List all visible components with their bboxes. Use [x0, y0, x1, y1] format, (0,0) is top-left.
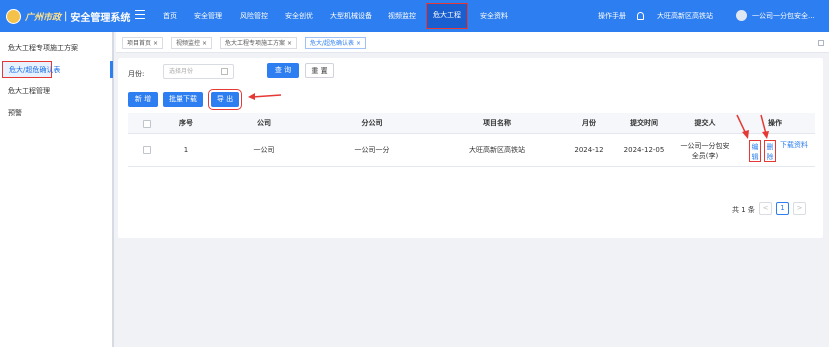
month-filter-label: 月份: [128, 70, 145, 78]
column-header-company: 公司 [257, 119, 271, 127]
nav-video-monitoring[interactable]: 视频监控 [388, 0, 416, 32]
annotation-arrows-icon [736, 114, 769, 139]
export-button[interactable]: 导 出 [208, 89, 242, 110]
sidebar-active-indicator [110, 61, 113, 78]
notification-bell-icon[interactable] [637, 12, 644, 20]
batch-download-button[interactable]: 批量下载 [163, 92, 203, 107]
table-row: 1 一公司 一公司一分 大旺高新区高铁站 2024-12 2024-12-05 … [128, 134, 815, 167]
column-header-month: 月份 [582, 119, 596, 127]
tab-label: 危大工程专项施工方案 [225, 40, 286, 47]
top-navbar: 广州市政 | 安全管理系统 首页 安全管理 风险管控 安全创优 大型机械设备 视… [0, 0, 829, 32]
tabs-scroll-icon[interactable] [818, 40, 824, 46]
column-header-index: 序号 [179, 119, 193, 127]
tab-close-icon[interactable]: × [153, 40, 158, 47]
tab-close-icon[interactable]: × [356, 40, 361, 47]
sidebar: 危大工程专项施工方案 危大/超危确认表 危大工程管理 预警 [0, 32, 114, 347]
sidebar-item-confirmation-table[interactable]: 危大/超危确认表 [2, 61, 60, 78]
app-logo[interactable]: 广州市政 | 安全管理系统 [6, 8, 130, 24]
tab-project-home[interactable]: 项目首页 × [122, 37, 163, 49]
column-header-project: 项目名称 [483, 119, 511, 127]
cell-month: 2024-12 [574, 146, 604, 154]
download-materials-link[interactable]: 下载资料 [780, 140, 808, 150]
logo-emblem-icon [6, 8, 21, 24]
edit-link[interactable]: 编辑 [749, 140, 761, 162]
logo-city-text: 广州市政 [25, 12, 62, 23]
sidebar-item-warning[interactable]: 预警 [0, 105, 112, 122]
pager-prev-button[interactable]: < [759, 202, 772, 215]
nav-safety-documents[interactable]: 安全资料 [480, 0, 508, 32]
menu-toggle-icon[interactable] [135, 10, 145, 20]
calendar-icon [221, 68, 228, 75]
add-button[interactable]: 新 增 [128, 92, 158, 107]
cell-project: 大旺高新区高铁站 [469, 146, 525, 154]
nav-risk-control[interactable]: 风险管控 [240, 0, 268, 32]
query-button[interactable]: 查 询 [267, 63, 299, 78]
sidebar-item-hazard-management[interactable]: 危大工程管理 [0, 83, 112, 100]
delete-link[interactable]: 删除 [764, 140, 776, 162]
nav-hazardous-works[interactable]: 危大工程 [426, 3, 468, 29]
tabs-bar: 项目首页 × 视频监控 × 危大工程专项施工方案 × 危大/超危确认表 × [116, 32, 829, 53]
pager-next-button[interactable]: > [793, 202, 806, 215]
operation-manual-link[interactable]: 操作手册 [598, 0, 626, 32]
tab-close-icon[interactable]: × [287, 40, 292, 47]
month-picker-input[interactable]: 选择月份 [163, 64, 234, 79]
content-panel: 月份: 选择月份 查 询 重 置 新 增 批量下载 导 出 序号 公司 分公司 … [118, 58, 823, 238]
nav-safety-management[interactable]: 安全管理 [194, 0, 222, 32]
cell-index: 1 [183, 146, 189, 154]
logo-separator: | [64, 10, 68, 22]
user-avatar[interactable] [736, 10, 747, 21]
table-header: 序号 公司 分公司 项目名称 月份 提交时间 提交人 操作 [128, 113, 815, 134]
main-content: 项目首页 × 视频监控 × 危大工程专项施工方案 × 危大/超危确认表 × 月份… [116, 32, 829, 347]
cell-submit-time: 2024-12-05 [623, 146, 665, 154]
tab-label: 项目首页 [127, 40, 152, 47]
row-checkbox[interactable] [143, 146, 151, 154]
cell-company: 一公司 [253, 146, 275, 154]
column-header-branch: 分公司 [361, 119, 383, 127]
nav-safety-excellence[interactable]: 安全创优 [285, 0, 313, 32]
cell-branch: 一公司一分 [354, 146, 390, 154]
tab-video-monitoring[interactable]: 视频监控 × [171, 37, 212, 49]
pager-current-page[interactable]: 1 [776, 202, 789, 215]
annotation-arrow-icon [248, 93, 282, 100]
nav-large-machinery[interactable]: 大型机械设备 [330, 0, 372, 32]
nav-home[interactable]: 首页 [163, 0, 177, 32]
column-header-submit-time: 提交时间 [630, 119, 658, 127]
tab-confirmation-table[interactable]: 危大/超危确认表 × [305, 37, 366, 49]
pager-total: 共 1 条 [732, 206, 755, 214]
column-header-submitter: 提交人 [694, 119, 716, 127]
app-title: 安全管理系统 [70, 12, 131, 24]
reset-button[interactable]: 重 置 [305, 63, 334, 78]
current-project[interactable]: 大旺高新区高铁站 [657, 0, 713, 32]
select-all-checkbox[interactable] [143, 120, 151, 128]
tab-close-icon[interactable]: × [202, 40, 207, 47]
user-name[interactable]: 一公司一分包安全... [752, 0, 815, 32]
tab-label: 危大/超危确认表 [310, 40, 355, 47]
sidebar-item-special-plan[interactable]: 危大工程专项施工方案 [0, 40, 112, 57]
cell-submitter: 一公司一分包安全员(李) [680, 142, 730, 160]
tab-label: 视频监控 [176, 40, 201, 47]
tab-special-plan[interactable]: 危大工程专项施工方案 × [220, 37, 297, 49]
